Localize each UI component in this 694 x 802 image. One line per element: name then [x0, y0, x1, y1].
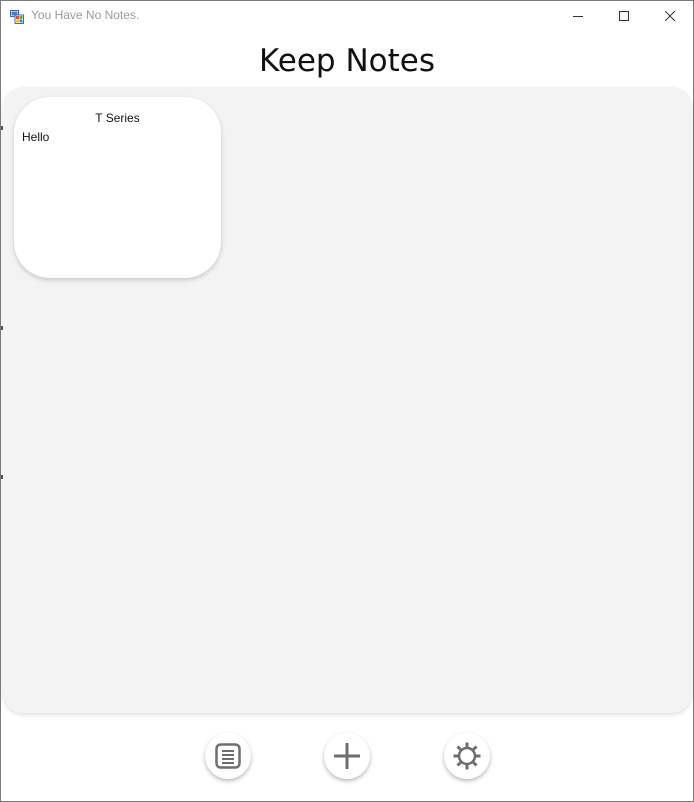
minimize-icon [573, 16, 583, 17]
notes-list-icon [215, 743, 241, 769]
plus-icon [334, 743, 360, 769]
app-window-icon[interactable] [10, 9, 24, 24]
maximize-icon [619, 11, 629, 21]
title-bar[interactable]: You Have No Notes. [1, 1, 693, 31]
maximize-button[interactable] [601, 1, 647, 31]
settings-button[interactable] [444, 733, 490, 779]
note-title: T Series [95, 111, 140, 125]
notes-area[interactable]: T Series Hello [3, 87, 692, 713]
add-note-button[interactable] [324, 733, 370, 779]
gear-icon [453, 742, 481, 770]
close-icon [665, 11, 675, 21]
close-button[interactable] [647, 1, 693, 31]
minimize-button[interactable] [555, 1, 601, 31]
note-body: Hello [22, 130, 50, 144]
app-window: You Have No Notes. Keep Notes T Series H… [0, 0, 694, 802]
note-card[interactable]: T Series Hello [14, 97, 221, 278]
page-title: Keep Notes [259, 43, 435, 79]
notes-list-button[interactable] [205, 733, 251, 779]
window-title: You Have No Notes. [31, 8, 140, 22]
